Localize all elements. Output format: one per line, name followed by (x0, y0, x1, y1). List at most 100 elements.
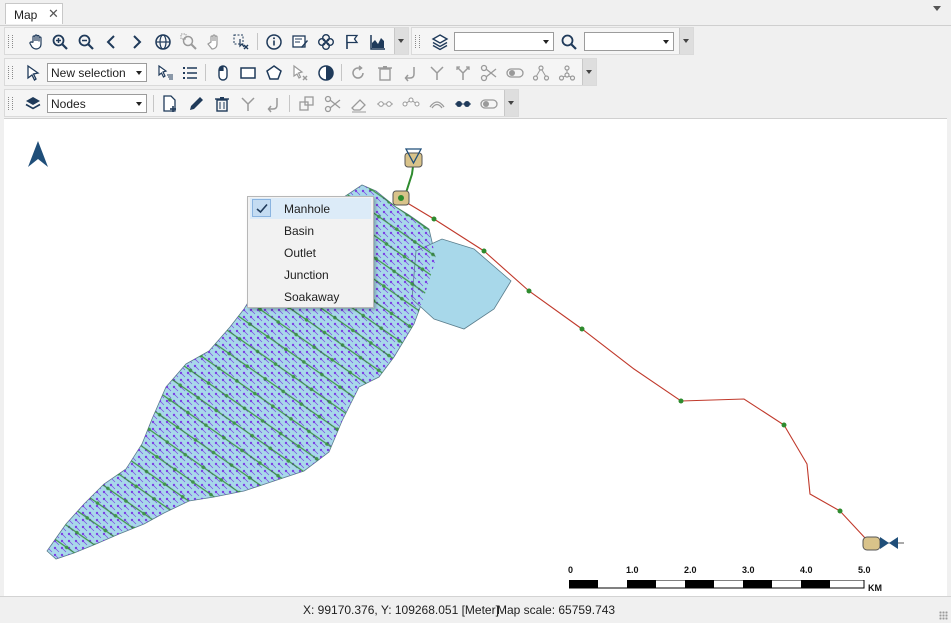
undo-icon[interactable] (400, 62, 422, 83)
menu-item-soakaway[interactable]: Soakaway (250, 286, 371, 307)
toolbar-grip[interactable] (8, 97, 13, 110)
selection-toolbar: New selection (4, 58, 597, 86)
tab-list-dropdown-icon[interactable] (933, 6, 941, 11)
navigation-toolbar (4, 27, 409, 55)
info-icon[interactable] (263, 31, 285, 52)
toolbar-separator (257, 33, 258, 50)
menu-item-label: Junction (284, 268, 329, 282)
toggle-pill-icon[interactable] (478, 93, 500, 114)
scale-label-5: 5.0 (858, 565, 871, 575)
toolbar-grip[interactable] (8, 35, 13, 48)
clear-selection-icon[interactable] (230, 31, 252, 52)
invert-selection-icon[interactable] (315, 62, 337, 83)
next-extent-icon[interactable] (126, 31, 148, 52)
toolbar-overflow-button[interactable] (504, 90, 518, 116)
selection-mode-value: New selection (51, 66, 126, 80)
zoom-selected-icon[interactable] (178, 31, 200, 52)
area-chart-icon[interactable] (367, 31, 389, 52)
polygon-select-icon[interactable] (263, 62, 285, 83)
menu-item-basin[interactable]: Basin (250, 220, 371, 241)
layers-icon[interactable] (429, 31, 451, 52)
toolbar-grip[interactable] (415, 35, 420, 48)
new-feature-icon[interactable] (159, 93, 181, 114)
toolbar-overflow-button[interactable] (582, 59, 596, 85)
connect-icon[interactable] (556, 62, 578, 83)
scissors-icon[interactable] (478, 62, 500, 83)
mouse-select-icon[interactable] (212, 62, 234, 83)
document-tabstrip: Map ✕ (0, 0, 951, 26)
search-combo[interactable] (584, 32, 674, 51)
clear-select-icon[interactable] (289, 62, 311, 83)
edit-layer-value: Nodes (51, 97, 86, 111)
menu-item-manhole[interactable]: Manhole (250, 198, 371, 219)
scale-label-0: 0 (568, 565, 574, 575)
vertex-icon[interactable] (374, 93, 396, 114)
pan-selected-icon[interactable] (204, 31, 226, 52)
node-type-context-menu: Manhole Basin Outlet Junction Soakaway (247, 196, 374, 308)
transform-icon[interactable] (296, 93, 318, 114)
menu-item-junction[interactable]: Junction (250, 264, 371, 285)
selection-mode-combo[interactable]: New selection (47, 63, 147, 82)
tab-map[interactable]: Map ✕ (5, 3, 63, 24)
scale-label-2: 2.0 (684, 565, 697, 575)
map-drawing (28, 141, 904, 560)
editing-toolbar: Nodes (4, 89, 519, 117)
menu-item-label: Manhole (284, 202, 331, 216)
full-extent-globe-icon[interactable] (152, 31, 174, 52)
menu-item-outlet[interactable]: Outlet (250, 242, 371, 263)
network-icon[interactable] (530, 62, 552, 83)
previous-extent-icon[interactable] (101, 31, 123, 52)
edit-attributes-icon[interactable] (289, 31, 311, 52)
toolbar-overflow-button[interactable] (394, 28, 408, 54)
branch-icon[interactable] (237, 93, 259, 114)
toolbar-separator (341, 64, 342, 81)
undo-icon[interactable] (263, 93, 285, 114)
network-trace-icon[interactable] (315, 31, 337, 52)
flag-icon[interactable] (341, 31, 363, 52)
resize-grip[interactable] (939, 611, 948, 620)
node-pair-icon[interactable] (452, 93, 474, 114)
eraser-icon[interactable] (348, 93, 370, 114)
menu-item-label: Soakaway (284, 290, 340, 304)
toggle-icon[interactable] (504, 62, 526, 83)
select-arrow-icon[interactable] (22, 62, 44, 83)
split-icon[interactable] (452, 62, 474, 83)
layer-combo[interactable] (454, 32, 554, 51)
trunk-manholes (431, 216, 843, 514)
scissors-icon[interactable] (322, 93, 344, 114)
outlet-icon (862, 536, 904, 551)
polygon-vertex-icon[interactable] (400, 93, 422, 114)
scale-bar: 0 1.0 2.0 3.0 4.0 5.0 KM (564, 565, 894, 595)
merge-icon[interactable] (426, 62, 448, 83)
checkmark-icon (252, 199, 271, 217)
chevron-down-icon (136, 102, 142, 106)
filter-selection-icon[interactable] (154, 62, 176, 83)
north-arrow-icon (28, 141, 48, 167)
arc-icon[interactable] (426, 93, 448, 114)
tab-close-icon[interactable]: ✕ (48, 6, 59, 22)
list-icon[interactable] (179, 62, 201, 83)
toolbar-separator (205, 64, 206, 81)
zoom-in-icon[interactable] (49, 31, 71, 52)
hand-pan-icon[interactable] (26, 31, 48, 52)
menu-item-label: Outlet (284, 246, 317, 260)
chevron-down-icon (663, 40, 669, 44)
scale-label-4: 4.0 (800, 565, 813, 575)
rectangle-select-icon[interactable] (237, 62, 259, 83)
toolbar-overflow-button[interactable] (679, 28, 693, 54)
trash-icon[interactable] (211, 93, 233, 114)
pencil-icon[interactable] (185, 93, 207, 114)
map-canvas[interactable]: 0 1.0 2.0 3.0 4.0 5.0 KM (4, 118, 947, 597)
layers-icon[interactable] (22, 93, 44, 114)
scale-label-1: 1.0 (626, 565, 639, 575)
menu-item-label: Basin (284, 224, 315, 238)
refresh-icon[interactable] (347, 62, 369, 83)
toolbar-grip[interactable] (8, 66, 13, 79)
zoom-out-icon[interactable] (75, 31, 97, 52)
edit-layer-combo[interactable]: Nodes (47, 94, 147, 113)
chevron-down-icon (543, 40, 549, 44)
search-icon[interactable] (558, 31, 580, 52)
basin-node-icon (392, 190, 410, 206)
delete-icon[interactable] (374, 62, 396, 83)
scale-unit: KM (868, 583, 882, 593)
